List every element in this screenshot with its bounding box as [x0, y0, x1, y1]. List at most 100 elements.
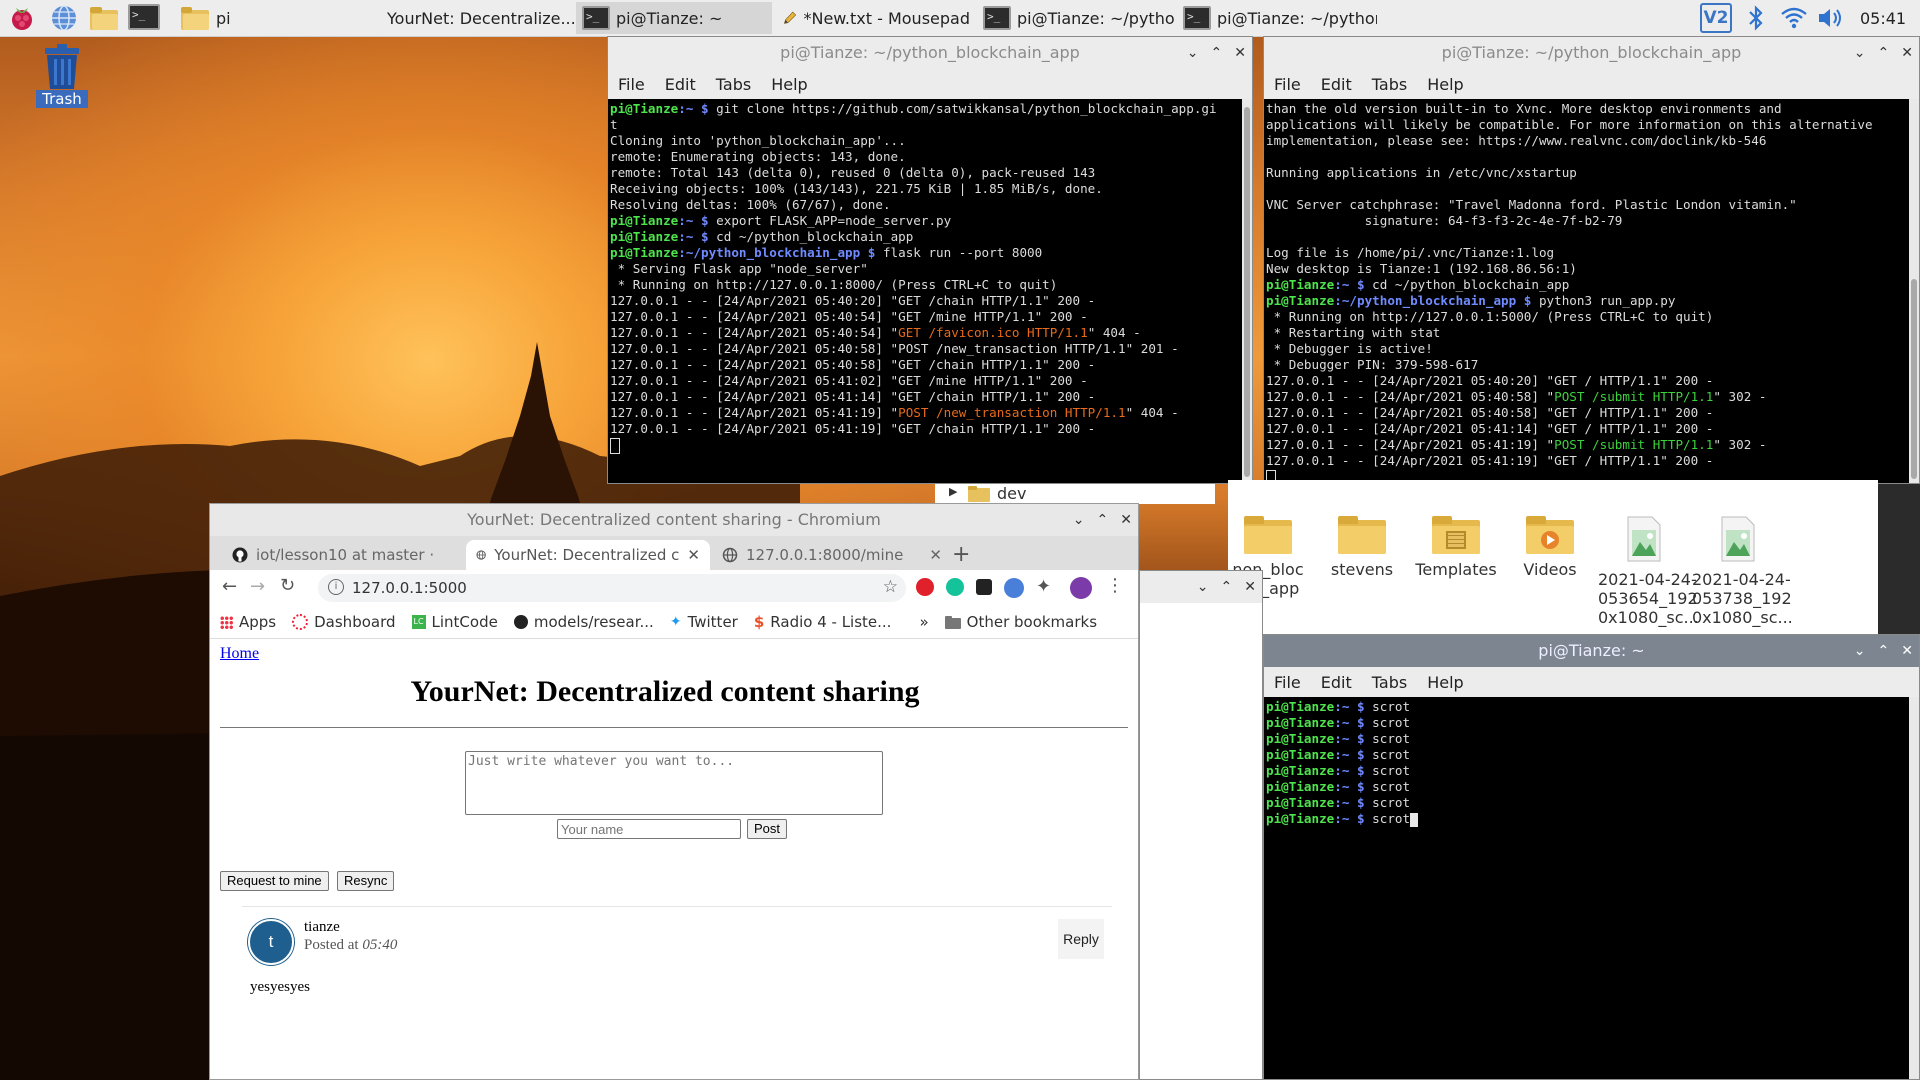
request-to-mine-button[interactable]: Request to mine — [220, 871, 329, 891]
taskbar-task-chromium[interactable]: YourNet: Decentralize... — [375, 2, 575, 34]
tab-close-icon[interactable]: ✕ — [929, 546, 942, 564]
profile-avatar[interactable] — [1070, 577, 1092, 599]
file-item-folder[interactable]: stevens — [1316, 516, 1408, 579]
bookmark-radio4[interactable]: $ Radio 4 - Liste... — [754, 613, 892, 631]
close-icon[interactable]: ✕ — [1244, 571, 1256, 603]
minimize-icon[interactable]: ⌄ — [1854, 37, 1866, 69]
terminal-output[interactable]: than the old version built-in to Xvnc. M… — [1264, 99, 1909, 483]
tab-mine[interactable]: 127.0.0.1:8000/mine ✕ — [712, 540, 952, 570]
file-item-videos[interactable]: Videos — [1504, 516, 1596, 579]
terminal-launcher-icon[interactable]: >_ — [128, 4, 160, 32]
clock[interactable]: 05:41 — [1860, 9, 1906, 28]
menu-file[interactable]: File — [1274, 75, 1301, 94]
taskbar-task-mousepad[interactable]: *New.txt - Mousepad — [776, 2, 976, 34]
trash-desktop-icon[interactable]: Trash — [36, 44, 88, 108]
close-icon[interactable]: ✕ — [1120, 504, 1132, 536]
bookmark-star-icon[interactable]: ☆ — [883, 577, 898, 597]
menu-file[interactable]: File — [618, 75, 645, 94]
forward-icon[interactable]: → — [250, 576, 265, 597]
file-item-image[interactable]: 2021-04-24- 053738_192 0x1080_sc... — [1692, 516, 1793, 627]
bookmark-lintcode[interactable]: LC LintCode — [411, 613, 498, 631]
scrollbar[interactable] — [1242, 99, 1252, 483]
menu-help[interactable]: Help — [1427, 75, 1463, 94]
maximize-icon[interactable]: ⌃ — [1211, 37, 1223, 69]
bookmark-dashboard[interactable]: Dashboard — [292, 613, 396, 631]
tab-github[interactable]: iot/lesson10 at master · — [222, 540, 462, 570]
tree-item-dev[interactable]: dev — [997, 484, 1026, 503]
reload-icon[interactable]: ↻ — [280, 575, 295, 596]
window-titlebar[interactable]: ⌄ ⌃ ✕ — [1140, 571, 1262, 603]
expand-arrow-icon[interactable]: ▶ — [949, 485, 957, 498]
maximize-icon[interactable]: ⌃ — [1097, 504, 1109, 536]
scrollbar[interactable] — [1909, 99, 1919, 483]
author-name-input[interactable] — [557, 819, 741, 839]
taskbar-task-file-manager[interactable]: pi — [174, 2, 374, 34]
taskbar-task-terminal-python-1[interactable]: >_ pi@Tianze: ~/python... — [977, 2, 1175, 34]
tab-yournet[interactable]: YourNet: Decentralized c ✕ — [466, 540, 710, 570]
terminal-line: pi@Tianze:~ $ scrot — [1266, 811, 1907, 827]
file-item-image[interactable]: 2021-04-24- 053654_192 0x1080_sc... — [1598, 516, 1699, 627]
resync-button[interactable]: Resync — [337, 871, 395, 891]
window-titlebar[interactable]: pi@Tianze: ~/python_blockchain_app ⌄ ⌃ ✕ — [1264, 37, 1919, 69]
window-titlebar[interactable]: YourNet: Decentralized content sharing -… — [210, 504, 1138, 536]
minimize-icon[interactable]: ⌄ — [1073, 504, 1085, 536]
terminal-output[interactable]: pi@Tianze:~ $ scrot pi@Tianze:~ $ scrot pi… — [1264, 697, 1909, 1079]
maximize-icon[interactable]: ⌃ — [1878, 37, 1890, 69]
file-manager-right-edge — [1878, 484, 1920, 634]
extension-icon[interactable] — [976, 579, 992, 595]
minimize-icon[interactable]: ⌄ — [1197, 571, 1209, 603]
post-content-textarea[interactable] — [465, 751, 883, 815]
puzzle-extensions-icon[interactable]: ✦ — [1036, 576, 1051, 597]
tab-close-icon[interactable]: ✕ — [687, 546, 700, 564]
terminal-output[interactable]: pi@Tianze:~ $ git clone https://github.c… — [608, 99, 1244, 483]
bookmark-models[interactable]: models/resear... — [513, 613, 654, 631]
opera-extension-icon[interactable] — [916, 578, 934, 596]
back-icon[interactable]: ← — [222, 576, 237, 597]
scrollbar[interactable] — [1909, 697, 1919, 1079]
maximize-icon[interactable]: ⌃ — [1878, 635, 1890, 667]
file-item-templates[interactable]: Templates — [1410, 516, 1502, 579]
window-titlebar[interactable]: pi@Tianze: ~/python_blockchain_app ⌄ ⌃ ✕ — [608, 37, 1252, 69]
window-titlebar[interactable]: pi@Tianze: ~ ⌄ ⌃ ✕ — [1264, 635, 1919, 667]
reply-button[interactable]: Reply — [1058, 919, 1104, 959]
menu-tabs[interactable]: Tabs — [716, 75, 751, 94]
vnc-icon[interactable]: V2 — [1700, 3, 1732, 33]
menu-edit[interactable]: Edit — [1321, 75, 1352, 94]
bookmark-apps[interactable]: Apps — [220, 613, 276, 631]
info-icon[interactable]: i — [328, 579, 344, 595]
web-browser-launcher-icon[interactable] — [50, 4, 78, 32]
raspberry-menu-icon[interactable] — [8, 4, 36, 32]
taskbar-task-terminal-home[interactable]: >_ pi@Tianze: ~ — [576, 2, 772, 34]
terminal-line: pi@Tianze:~ $ scrot — [1266, 699, 1411, 714]
taskbar-task-label: pi@Tianze: ~/python... — [1217, 8, 1377, 28]
menu-edit[interactable]: Edit — [1321, 673, 1352, 692]
off-extension-icon[interactable] — [1004, 578, 1024, 598]
bookmarks-overflow-icon[interactable]: » — [919, 613, 928, 631]
maximize-icon[interactable]: ⌃ — [1221, 571, 1233, 603]
file-manager-launcher-icon[interactable] — [88, 4, 118, 32]
address-bar[interactable]: i 127.0.0.1:5000 ☆ — [318, 574, 906, 602]
home-link[interactable]: Home — [220, 645, 259, 663]
menu-help[interactable]: Help — [1427, 673, 1463, 692]
menu-tabs[interactable]: Tabs — [1372, 673, 1407, 692]
grammarly-extension-icon[interactable] — [946, 578, 964, 596]
menu-kebab-icon[interactable]: ⋮ — [1106, 575, 1124, 596]
new-tab-icon[interactable]: + — [952, 542, 970, 567]
tab-label: 127.0.0.1:8000/mine — [746, 546, 904, 564]
volume-icon[interactable] — [1816, 5, 1846, 31]
menu-file[interactable]: File — [1274, 673, 1301, 692]
wifi-icon[interactable] — [1780, 5, 1808, 31]
menu-help[interactable]: Help — [771, 75, 807, 94]
taskbar-task-terminal-python-2[interactable]: >_ pi@Tianze: ~/python... — [1177, 2, 1377, 34]
menu-edit[interactable]: Edit — [665, 75, 696, 94]
menu-tabs[interactable]: Tabs — [1372, 75, 1407, 94]
close-icon[interactable]: ✕ — [1234, 37, 1246, 69]
minimize-icon[interactable]: ⌄ — [1854, 635, 1866, 667]
bookmark-other[interactable]: Other bookmarks — [944, 613, 1097, 631]
close-icon[interactable]: ✕ — [1901, 635, 1913, 667]
close-icon[interactable]: ✕ — [1901, 37, 1913, 69]
bluetooth-icon[interactable] — [1746, 4, 1766, 32]
post-button[interactable]: Post — [747, 819, 788, 839]
minimize-icon[interactable]: ⌄ — [1187, 37, 1199, 69]
bookmark-twitter[interactable]: ✦ Twitter — [670, 613, 738, 631]
